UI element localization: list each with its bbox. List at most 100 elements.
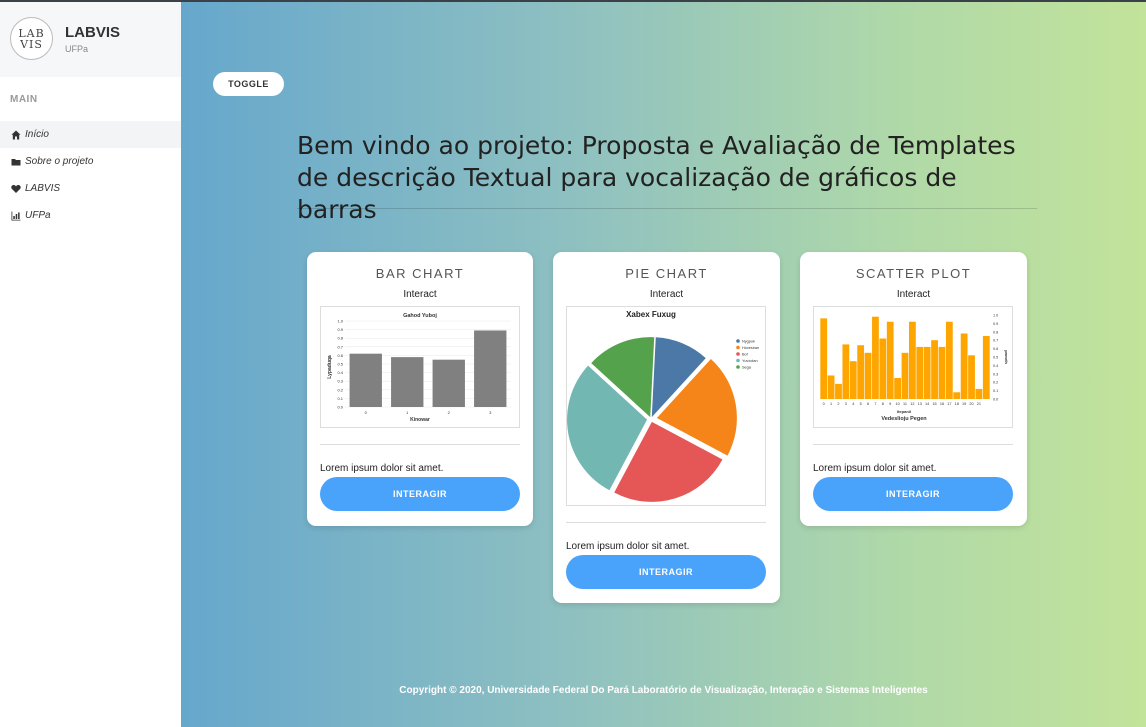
card-title: PIE CHART (625, 266, 708, 281)
bar[interactable] (945, 321, 953, 399)
bar[interactable] (842, 344, 850, 399)
chart-title: Xabex Fuxug (626, 310, 676, 319)
sidebar-item-label: LABVIS (25, 183, 61, 194)
x-tick-label: 3 (845, 402, 847, 406)
legend-label: Bof (742, 353, 749, 357)
x-tick-label: 9 (889, 402, 891, 406)
bar[interactable] (968, 355, 975, 399)
y-tick-label: 0.6 (337, 353, 343, 358)
card-divider (566, 522, 766, 523)
bar[interactable] (391, 357, 424, 407)
legend-label: Sega (742, 366, 752, 370)
x-tick-label: 15 (932, 402, 936, 406)
bar[interactable] (349, 353, 382, 407)
folder-icon (11, 158, 21, 165)
pie-chart-preview[interactable]: Xabex Fuxug Nygpuk Hovesiran Bof Yuvxotan Se… (566, 306, 766, 506)
x-tick-label: 11 (903, 402, 907, 406)
interagir-button[interactable]: INTERAGIR (813, 477, 1013, 511)
scatter-plot-chart: 0 1 2 3 4 5 6 7 8 9 10 11 12 13 14 15 16 17 18 19 20 210.00.1… (820, 314, 1009, 422)
card-description: Lorem ipsum dolor sit amet. (320, 463, 444, 474)
sidebar-nav: Início Sobre o projeto LABVIS UFPa (0, 121, 181, 229)
y-tick-label: 0.9 (337, 327, 343, 332)
window-top-border (0, 0, 1146, 2)
card-subtitle: Interact (403, 289, 437, 300)
x-tick-label: 3 (489, 410, 492, 415)
brand-subtitle: UFPa (65, 43, 89, 54)
interagir-button[interactable]: INTERAGIR (320, 477, 520, 511)
y-tick-label: 0.0 (337, 405, 343, 410)
bar[interactable] (835, 383, 842, 399)
bar[interactable] (886, 321, 894, 399)
y-tick-label: 0.0 (993, 398, 998, 402)
bar[interactable] (908, 321, 916, 399)
brand: LAB VIS LABVIS UFPa (0, 0, 181, 77)
bar[interactable] (938, 346, 946, 399)
bar[interactable] (827, 375, 835, 399)
bar[interactable] (894, 378, 902, 399)
y-tick-label: 0.6 (993, 347, 998, 351)
x-tick-label: 13 (918, 402, 922, 406)
interagir-button[interactable]: INTERAGIR (566, 555, 766, 589)
x-tick-label: 7 (874, 402, 876, 406)
title-divider (297, 208, 1037, 209)
page-title: Bem vindo ao projeto: Proposta e Avaliaç… (297, 131, 1016, 224)
legend-label: Yuvxotan (742, 359, 758, 363)
x-axis-label: Kinowar (410, 417, 430, 423)
x-tick-label: 4 (852, 402, 854, 406)
y-tick-label: 0.8 (337, 336, 343, 341)
legend-swatch (736, 352, 740, 356)
x-tick-label: 1 (406, 410, 409, 415)
x-tick-label: 19 (962, 402, 966, 406)
sidebar-item-ufpa[interactable]: UFPa (0, 202, 181, 229)
y-tick-label: 1.0 (993, 314, 998, 318)
card-title: BAR CHART (375, 266, 465, 281)
brand-text: LABVIS UFPa (65, 24, 120, 54)
legend-label: Hovesiran (742, 346, 759, 350)
legend-swatch (736, 358, 740, 363)
card-title: SCATTER PLOT (855, 266, 972, 281)
card-divider (813, 444, 1013, 445)
y-tick-label: 0.8 (993, 330, 998, 334)
bar[interactable] (901, 352, 909, 399)
home-icon (11, 130, 21, 139)
bar[interactable] (432, 359, 465, 407)
bar[interactable] (975, 388, 983, 399)
y-tick-label: 0.1 (337, 396, 343, 401)
legend-label: Nygpuk (742, 340, 755, 344)
bar-chart: Gahod Yuboj 0.0 0.1 0.2 0.3 0.4 0.5 0.6 0.7 0.8 0… (327, 313, 511, 423)
y-tick-label: 0.4 (993, 364, 998, 368)
bar[interactable] (857, 345, 865, 399)
bar[interactable] (931, 340, 938, 399)
sidebar-item-sobre[interactable]: Sobre o projeto (0, 148, 181, 175)
bar[interactable] (960, 333, 968, 399)
x-tick-label: 18 (955, 402, 959, 406)
x-tick-label: 0 (365, 410, 368, 415)
bar[interactable] (953, 392, 961, 399)
x-tick-label: 2 (448, 410, 451, 415)
x-tick-label: 6 (867, 402, 869, 406)
bar[interactable] (820, 318, 828, 399)
bar[interactable] (923, 346, 931, 399)
card-subtitle: Interact (896, 289, 931, 300)
main-content: TOGGLE Bem vindo ao projeto: Proposta e … (181, 0, 1146, 727)
chart-title: Gahod Yuboj (403, 313, 437, 319)
x-tick-label: 5 (860, 402, 862, 406)
y-axis-label: pnmrih (1004, 350, 1009, 364)
bar-chart-preview[interactable]: Gahod Yuboj 0.0 0.1 0.2 0.3 0.4 0.5 0.6 0.7 0.8 0… (320, 306, 520, 428)
card-scatter-plot: SCATTER PLOT Interact 0 1 2 3 4 5 6 7 8 9 10 11 12 13… (800, 252, 1027, 526)
sidebar-item-labvis[interactable]: LABVIS (0, 175, 181, 202)
bar[interactable] (849, 361, 857, 399)
bar[interactable] (474, 330, 507, 407)
y-axis-label: Lypaduqa (327, 355, 333, 379)
bar[interactable] (872, 316, 879, 399)
bar[interactable] (879, 338, 887, 399)
x-tick-label: 14 (925, 402, 929, 406)
sidebar-item-inicio[interactable]: Início (0, 121, 181, 148)
sidebar-section-label: MAIN (10, 94, 38, 105)
toggle-button[interactable]: TOGGLE (213, 72, 284, 96)
scatter-plot-preview[interactable]: 0 1 2 3 4 5 6 7 8 9 10 11 12 13 14 15 16 17 18 19 20 21 0.0 0.1… (813, 306, 1013, 428)
x-tick-label: 12 (910, 402, 914, 406)
bar[interactable] (916, 346, 924, 399)
bar[interactable] (982, 336, 990, 399)
bar[interactable] (864, 352, 872, 399)
